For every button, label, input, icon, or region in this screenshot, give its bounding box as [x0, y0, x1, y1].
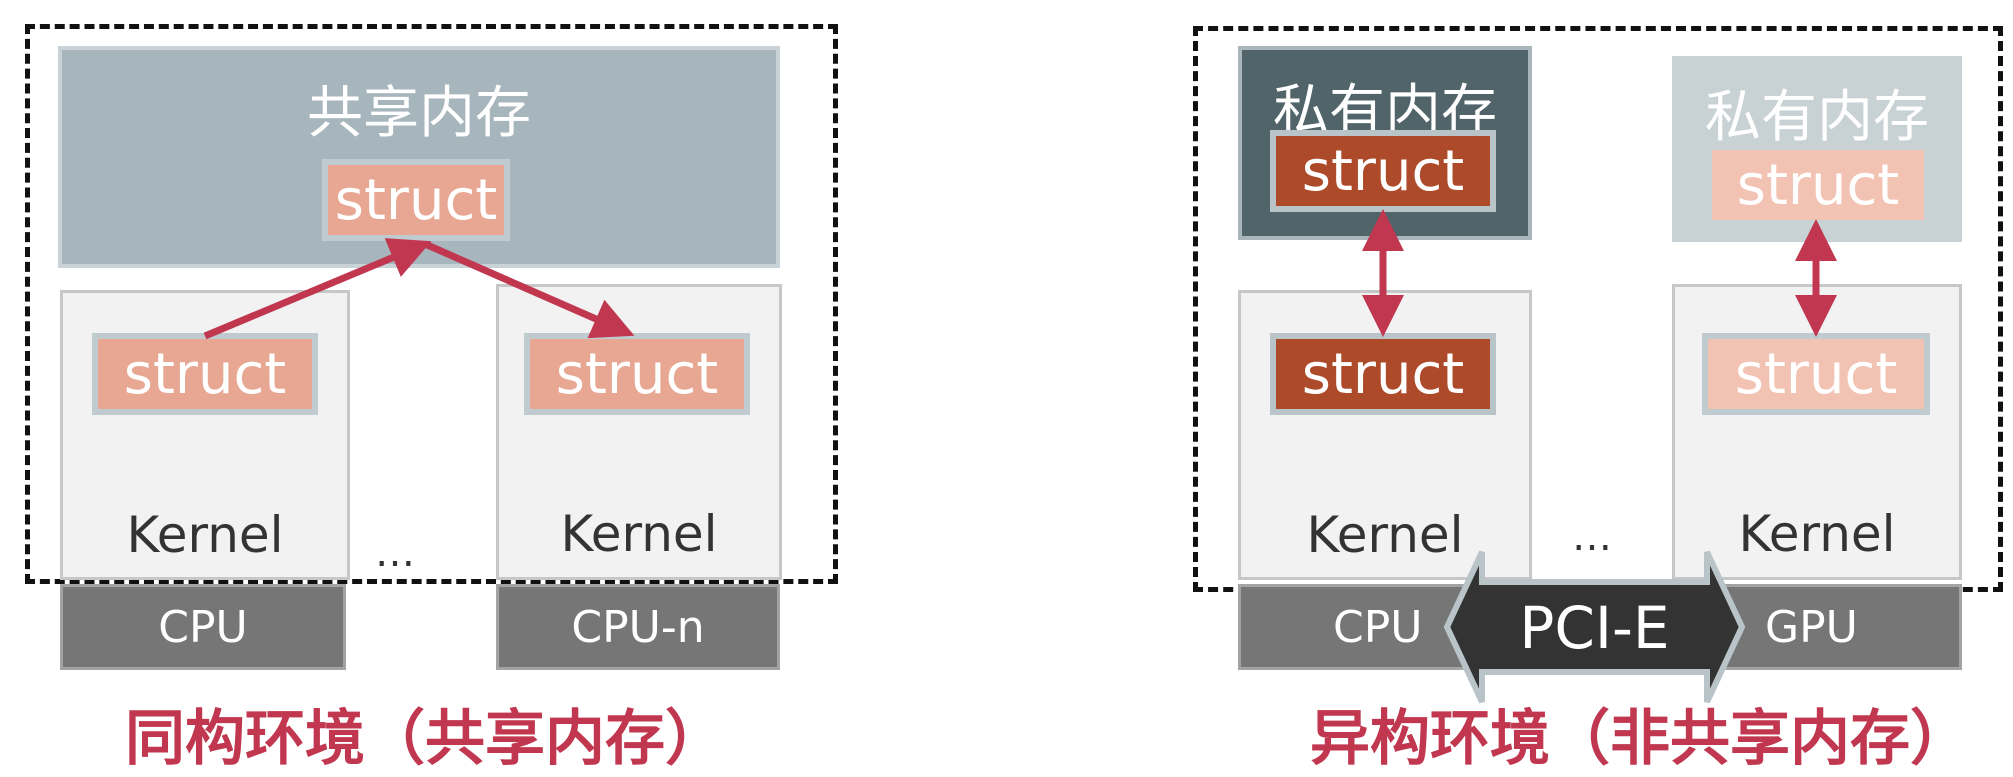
- cpu-to-shared-arrow: [203, 238, 432, 340]
- shared-to-cpu-n-arrow: [423, 240, 635, 339]
- transfer-arrows: [203, 209, 1837, 340]
